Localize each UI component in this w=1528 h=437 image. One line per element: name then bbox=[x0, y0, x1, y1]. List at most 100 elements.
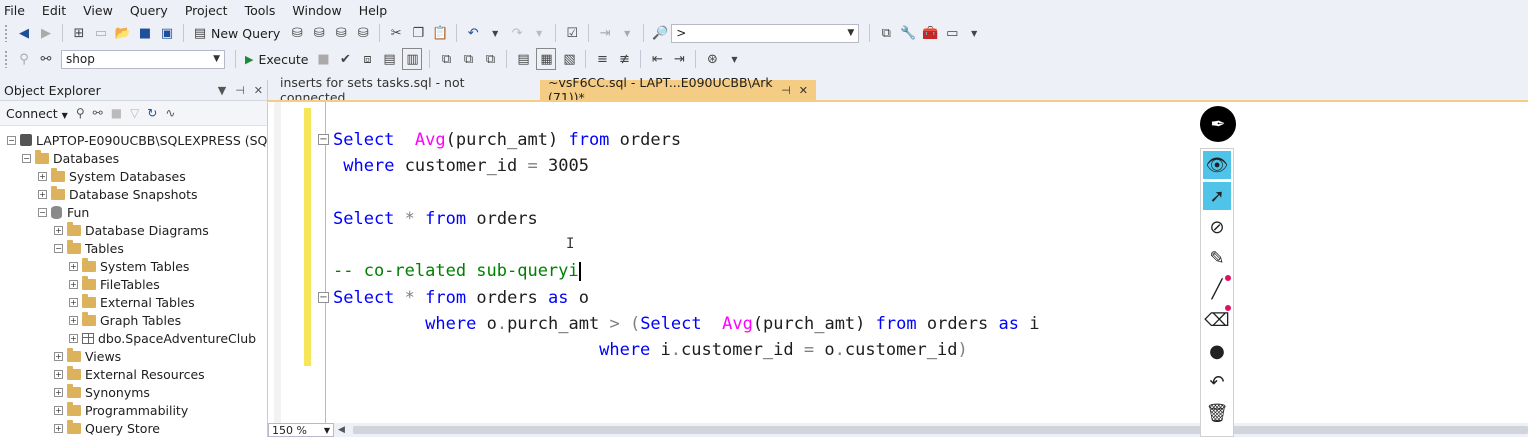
highlighter-icon[interactable]: ✎ bbox=[1203, 244, 1231, 272]
close-icon[interactable]: ✕ bbox=[254, 84, 263, 97]
expand-toggle[interactable]: + bbox=[69, 279, 78, 289]
expand-toggle[interactable]: + bbox=[54, 387, 63, 397]
parse-icon[interactable]: ✔ bbox=[336, 49, 354, 69]
results-to-file-icon[interactable]: ▧ bbox=[560, 49, 578, 69]
tree-node[interactable]: − LAPTOP-E090UCBB\SQLEXPRESS (SQL Ser bbox=[7, 131, 299, 149]
expand-toggle[interactable]: + bbox=[69, 297, 78, 307]
pen-nib-logo-icon[interactable]: ✒ bbox=[1200, 106, 1236, 142]
menu-view[interactable]: View bbox=[79, 3, 126, 18]
dmx-query-icon[interactable]: ⛁ bbox=[310, 23, 328, 43]
decrease-indent-icon[interactable]: ⇤ bbox=[648, 49, 666, 69]
menu-tools[interactable]: Tools bbox=[241, 3, 289, 18]
collapse-toggle[interactable]: − bbox=[22, 153, 31, 163]
filter-icon[interactable]: ▽ bbox=[130, 106, 139, 120]
new-query-button[interactable]: New Query bbox=[211, 26, 280, 41]
execute-button[interactable]: ▶ Execute bbox=[241, 52, 312, 67]
xmla-query-icon[interactable]: ⛁ bbox=[332, 23, 350, 43]
tree-node[interactable]: + Programmability bbox=[54, 401, 188, 419]
tree-node[interactable]: + Graph Tables bbox=[69, 311, 181, 329]
navigate-dropdown-icon[interactable]: ▼ bbox=[618, 23, 636, 43]
copy-icon[interactable]: ❐ bbox=[409, 23, 427, 43]
expand-toggle[interactable]: + bbox=[38, 189, 47, 199]
live-stats-icon[interactable]: ⧉ bbox=[459, 49, 477, 69]
paste-icon[interactable]: 📋 bbox=[431, 23, 449, 43]
cut-icon[interactable]: ✂ bbox=[387, 23, 405, 43]
back-icon[interactable]: ◀ bbox=[15, 23, 33, 43]
collapse-toggle[interactable]: − bbox=[7, 135, 16, 145]
menu-file[interactable]: File bbox=[0, 3, 38, 18]
save-all-icon[interactable]: ▣ bbox=[158, 23, 176, 43]
tab-active-query[interactable]: ~vsF6CC.sql - LAPT...E090UCBB\Ark (71))*… bbox=[540, 75, 816, 105]
sql-editor[interactable]: − − Select Avg(purch_amt) from orders wh… bbox=[268, 102, 1528, 423]
tree-node[interactable]: − Tables bbox=[54, 239, 124, 257]
undo-dropdown-icon[interactable]: ▼ bbox=[486, 23, 504, 43]
expand-toggle[interactable]: + bbox=[38, 171, 47, 181]
zoom-combo[interactable]: 150 % ▼ bbox=[268, 423, 334, 437]
results-to-text-icon[interactable]: ▤ bbox=[514, 49, 532, 69]
template-explorer-icon[interactable]: ⧉ bbox=[877, 23, 895, 43]
database-combo[interactable]: shop ▼ bbox=[61, 49, 225, 69]
trash-icon[interactable]: 🗑 bbox=[1203, 399, 1231, 427]
uncomment-lines-icon[interactable]: ≢ bbox=[615, 49, 633, 69]
dax-query-icon[interactable]: ⛁ bbox=[354, 23, 372, 43]
find-combo[interactable]: > ▼ bbox=[671, 23, 860, 43]
menu-edit[interactable]: Edit bbox=[38, 3, 79, 18]
specify-values-icon[interactable]: ⊛ bbox=[703, 49, 721, 69]
connect-icon[interactable]: ⚲ bbox=[15, 49, 33, 69]
properties-icon[interactable]: 🔧 bbox=[899, 23, 917, 43]
toolbox-icon[interactable]: 🧰 bbox=[921, 23, 939, 43]
tree-node[interactable]: + Synonyms bbox=[54, 383, 150, 401]
increase-indent-icon[interactable]: ⇥ bbox=[670, 49, 688, 69]
query-options-icon[interactable]: ▤ bbox=[380, 49, 398, 69]
disconnect-icon[interactable]: ⚯ bbox=[93, 106, 103, 120]
tree-node[interactable]: + Views bbox=[54, 347, 121, 365]
tree-node[interactable]: − Databases bbox=[22, 149, 119, 167]
tree-node[interactable]: + Database Snapshots bbox=[38, 185, 198, 203]
connect-icon[interactable]: ⚲ bbox=[76, 106, 85, 120]
toolbar-options-icon[interactable]: ▼ bbox=[965, 23, 983, 43]
forward-icon[interactable]: ▶ bbox=[37, 23, 55, 43]
toolbar-options-icon[interactable]: ▼ bbox=[725, 49, 743, 69]
tree-node[interactable]: + System Tables bbox=[69, 257, 189, 275]
toolbar-grip[interactable] bbox=[4, 24, 9, 42]
activity-monitor-icon[interactable]: ☑ bbox=[563, 23, 581, 43]
close-icon[interactable]: ✕ bbox=[799, 84, 808, 97]
scroll-left-icon[interactable]: ◀ bbox=[338, 425, 345, 435]
eye-icon[interactable]: 👁 bbox=[1203, 151, 1231, 179]
selection-margin[interactable] bbox=[274, 102, 281, 423]
tree-node[interactable]: − Fun bbox=[38, 203, 89, 221]
collapse-toggle[interactable]: − bbox=[38, 207, 47, 217]
change-connection-icon[interactable]: ⚯ bbox=[37, 49, 55, 69]
expand-toggle[interactable]: + bbox=[54, 351, 63, 361]
mdx-query-icon[interactable]: ⛁ bbox=[288, 23, 306, 43]
redo-dropdown-icon[interactable]: ▼ bbox=[530, 23, 548, 43]
new-query-icon[interactable]: ▤ bbox=[191, 23, 209, 43]
expand-toggle[interactable]: + bbox=[54, 405, 63, 415]
expand-toggle[interactable]: + bbox=[54, 225, 63, 235]
add-file-icon[interactable]: ▭ bbox=[92, 23, 110, 43]
expand-toggle[interactable]: + bbox=[69, 261, 78, 271]
stop-icon[interactable]: ■ bbox=[111, 106, 122, 120]
connect-button[interactable]: Connect ▼ bbox=[6, 106, 68, 121]
tree-node[interactable]: + External Resources bbox=[54, 365, 205, 383]
save-icon[interactable]: ■ bbox=[136, 23, 154, 43]
tree-node[interactable]: + dbo.SpaceAdventureClub bbox=[69, 329, 256, 347]
horizontal-scrollbar[interactable] bbox=[352, 426, 1528, 434]
pen-size-dot-icon[interactable]: ● bbox=[1203, 337, 1231, 365]
open-file-icon[interactable]: 📂 bbox=[114, 23, 132, 43]
collapse-toggle[interactable]: − bbox=[54, 243, 63, 253]
undo-icon[interactable]: ↶ bbox=[464, 23, 482, 43]
tree-node[interactable]: + Query Store bbox=[54, 419, 160, 437]
menu-query[interactable]: Query bbox=[126, 3, 181, 18]
expand-toggle[interactable]: + bbox=[69, 315, 78, 325]
command-window-icon[interactable]: ▭ bbox=[943, 23, 961, 43]
eraser-icon[interactable]: ⌫ bbox=[1203, 306, 1231, 334]
comment-lines-icon[interactable]: ≡ bbox=[593, 49, 611, 69]
expand-toggle[interactable]: + bbox=[54, 423, 63, 433]
client-stats-icon[interactable]: ⧉ bbox=[481, 49, 499, 69]
expand-toggle[interactable]: + bbox=[69, 333, 78, 343]
activity-icon[interactable]: ∿ bbox=[165, 106, 175, 120]
refresh-icon[interactable]: ↻ bbox=[147, 106, 157, 120]
estimated-plan-icon[interactable]: ⧈ bbox=[358, 49, 376, 69]
redo-icon[interactable]: ↷ bbox=[508, 23, 526, 43]
